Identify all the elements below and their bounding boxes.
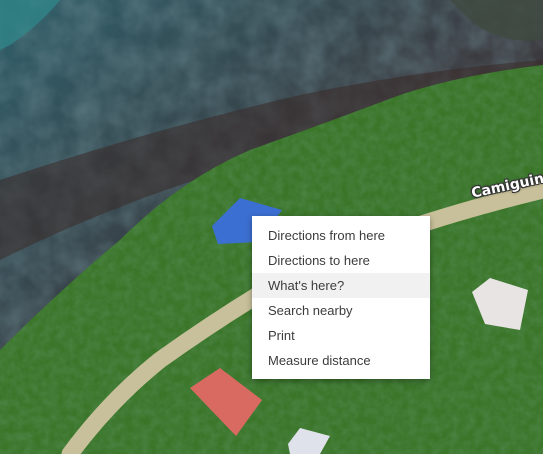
- menu-item-directions-to-here[interactable]: Directions to here: [252, 248, 430, 273]
- menu-item-search-nearby[interactable]: Search nearby: [252, 298, 430, 323]
- menu-item-directions-from-here[interactable]: Directions from here: [252, 223, 430, 248]
- context-menu: Directions from here Directions to here …: [252, 216, 430, 379]
- menu-item-whats-here[interactable]: What's here?: [252, 273, 430, 298]
- menu-item-print[interactable]: Print: [252, 323, 430, 348]
- menu-item-measure-distance[interactable]: Measure distance: [252, 348, 430, 373]
